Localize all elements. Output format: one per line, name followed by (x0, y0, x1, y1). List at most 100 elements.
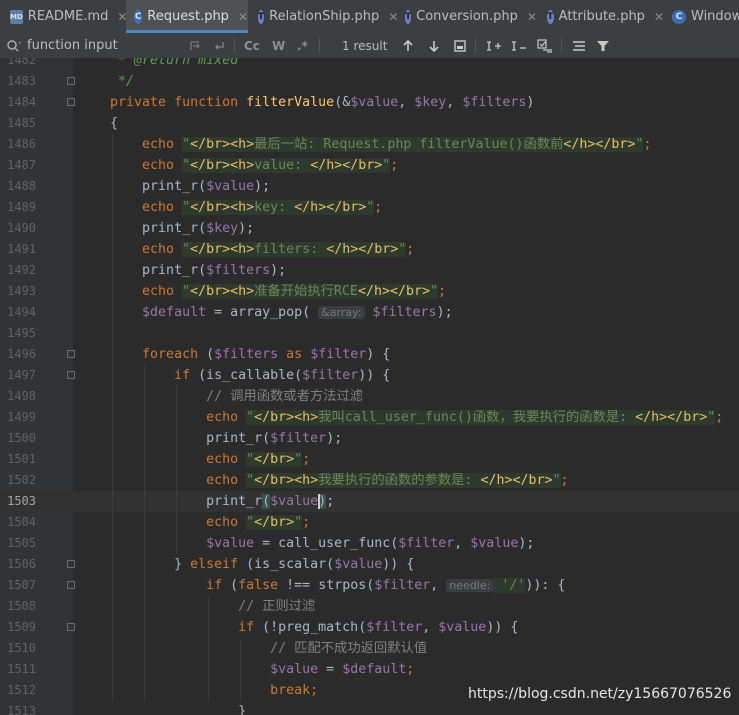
tab-relationship[interactable]: T RelationShip.php ✕ (251, 0, 398, 33)
markdown-file-icon: MD (10, 9, 23, 24)
code-text: echo "</br><h>准备开始执行RCE</h></br>"; (78, 281, 446, 302)
code-text: // 调用函数或者方法过滤 (78, 386, 363, 407)
fold-marker-icon[interactable] (67, 98, 75, 106)
line-number: 1509 (7, 620, 36, 634)
code-line[interactable]: 1487 echo "</br><h>value: </h></br>"; (0, 155, 739, 176)
tab-readme[interactable]: MD README.md ✕ (0, 0, 127, 33)
code-token: = array_pop( (206, 305, 319, 320)
code-token: , (454, 536, 471, 551)
code-line[interactable]: 1500 print_r($filter); (0, 428, 739, 449)
php-trait-icon: T (405, 9, 412, 24)
code-line[interactable]: 1501 echo "</br>"; (0, 449, 739, 470)
fold-marker-icon[interactable] (67, 77, 75, 85)
tab-window[interactable]: C Window (666, 0, 739, 33)
close-icon[interactable]: ✕ (388, 10, 398, 24)
code-token: ); (436, 305, 453, 320)
arrow-up-icon[interactable] (401, 33, 415, 58)
clear-search-icon[interactable] (188, 33, 202, 58)
code-line[interactable]: 1483 */ (0, 71, 739, 92)
code-line[interactable]: 1495 (0, 323, 739, 344)
line-number: 1513 (7, 704, 36, 715)
close-icon[interactable]: ✕ (527, 10, 537, 24)
code-token: = call_user_func( (254, 536, 399, 551)
code-line[interactable]: 1513 } (0, 701, 739, 715)
line-number: 1497 (7, 368, 36, 382)
tab-attribute[interactable]: T Attribute.php ✕ (540, 0, 664, 33)
regex-button[interactable]: .* (297, 33, 308, 58)
code-line[interactable]: 1484 private function filterValue(&$valu… (0, 92, 739, 113)
fold-marker-icon[interactable] (67, 371, 75, 379)
tab-conversion[interactable]: T Conversion.php ✕ (398, 0, 537, 33)
code-line[interactable]: 1510 // 匹配不成功返回默认值 (0, 638, 739, 659)
code-token: ); (238, 221, 255, 236)
code-line[interactable]: 1482 * @return mixed (0, 58, 739, 71)
line-number: 1499 (7, 410, 36, 424)
code-token: } (78, 704, 247, 715)
php-trait-icon: T (547, 9, 554, 24)
code-token: $value (470, 536, 519, 551)
remove-occurrence-icon[interactable] (511, 33, 527, 58)
code-token: , (430, 578, 447, 593)
multiline-icon[interactable] (571, 33, 587, 58)
select-all-matches-icon[interactable] (537, 33, 553, 58)
code-text: */ (78, 71, 134, 92)
php-trait-icon: T (258, 9, 265, 24)
words-button[interactable]: W (272, 33, 285, 58)
code-line[interactable]: 1506 } elseif (is_scalar($value)) { (0, 554, 739, 575)
code-token: ; (390, 158, 399, 173)
code-text: echo "</br><h>filters: </h></br>"; (78, 239, 414, 260)
code-line[interactable]: 1503 print_r($value); (0, 491, 739, 512)
code-token: , (422, 620, 439, 635)
code-line[interactable]: 1485 { (0, 113, 739, 134)
code-line[interactable]: 1507 if (false !== strpos($filter, needl… (0, 575, 739, 596)
select-all-occurrences-icon[interactable] (453, 33, 467, 58)
code-token: </h></br> (480, 473, 553, 488)
code-line[interactable]: 1496 foreach ($filters as $filter) { (0, 344, 739, 365)
code-token: </br><h> (190, 200, 255, 215)
code-line[interactable]: 1499 echo "</br><h>我叫call_user_func()函数，… (0, 407, 739, 428)
code-token: echo (78, 473, 247, 488)
code-token: ; (643, 137, 652, 152)
code-token: // 匹配不成功返回默认值 (78, 641, 428, 656)
code-line[interactable]: 1502 echo "</br><h>我要执行的函数的参数是: </h></br… (0, 470, 739, 491)
code-token: 我叫call_user_func()函数，我要执行的函数是: (318, 410, 636, 425)
code-line[interactable]: 1488 print_r($value); (0, 176, 739, 197)
code-editor[interactable]: 1482 * @return mixed 1483 */1484 private … (0, 58, 739, 715)
code-token: $filters (462, 95, 527, 110)
code-line[interactable]: 1504 echo "</br>"; (0, 512, 739, 533)
code-line[interactable]: 1505 $value = call_user_func($filter, $v… (0, 533, 739, 554)
code-token: ( (262, 494, 271, 509)
search-input[interactable] (27, 36, 197, 54)
new-line-icon[interactable] (212, 33, 226, 58)
code-line[interactable]: 1509 if (!preg_match($filter, $value)) { (0, 617, 739, 638)
filter-icon[interactable] (596, 33, 610, 58)
line-number: 1511 (7, 662, 36, 676)
search-icon[interactable] (6, 33, 22, 58)
arrow-down-icon[interactable] (427, 33, 441, 58)
tab-request[interactable]: C Request.php ✕ (126, 0, 248, 33)
code-line[interactable]: 1490 print_r($key); (0, 218, 739, 239)
code-line[interactable]: 1497 if (is_callable($filter)) { (0, 365, 739, 386)
code-line[interactable]: 1492 print_r($filters); (0, 260, 739, 281)
watermark-text: https://blog.csdn.net/zy15667076526 (468, 686, 732, 702)
match-case-button[interactable]: Cc (244, 33, 260, 58)
code-line[interactable]: 1486 echo "</br><h>最后一站: Request.php fil… (0, 134, 739, 155)
fold-marker-icon[interactable] (67, 581, 75, 589)
code-line[interactable]: 1494 $default = array_pop( &array: $filt… (0, 302, 739, 323)
code-line[interactable]: 1508 // 正则过滤 (0, 596, 739, 617)
fold-marker-icon[interactable] (67, 350, 75, 358)
close-icon[interactable]: ✕ (654, 10, 664, 24)
fold-marker-icon[interactable] (67, 623, 75, 631)
code-line[interactable]: 1491 echo "</br><h>filters: </h></br>"; (0, 239, 739, 260)
close-icon[interactable]: ✕ (238, 10, 248, 24)
code-line[interactable]: 1493 echo "</br><h>准备开始执行RCE</h></br>"; (0, 281, 739, 302)
code-token: )) { (358, 368, 391, 383)
code-line[interactable]: 1489 echo "</br><h>key: </h></br>"; (0, 197, 739, 218)
code-line[interactable]: 1511 $value = $default; (0, 659, 739, 680)
fold-marker-icon[interactable] (67, 560, 75, 568)
code-line[interactable]: 1498 // 调用函数或者方法过滤 (0, 386, 739, 407)
code-token: $value (438, 620, 487, 635)
code-token: $filters (372, 305, 437, 320)
add-occurrence-icon[interactable] (486, 33, 502, 58)
code-token: // 正则过滤 (78, 599, 316, 614)
